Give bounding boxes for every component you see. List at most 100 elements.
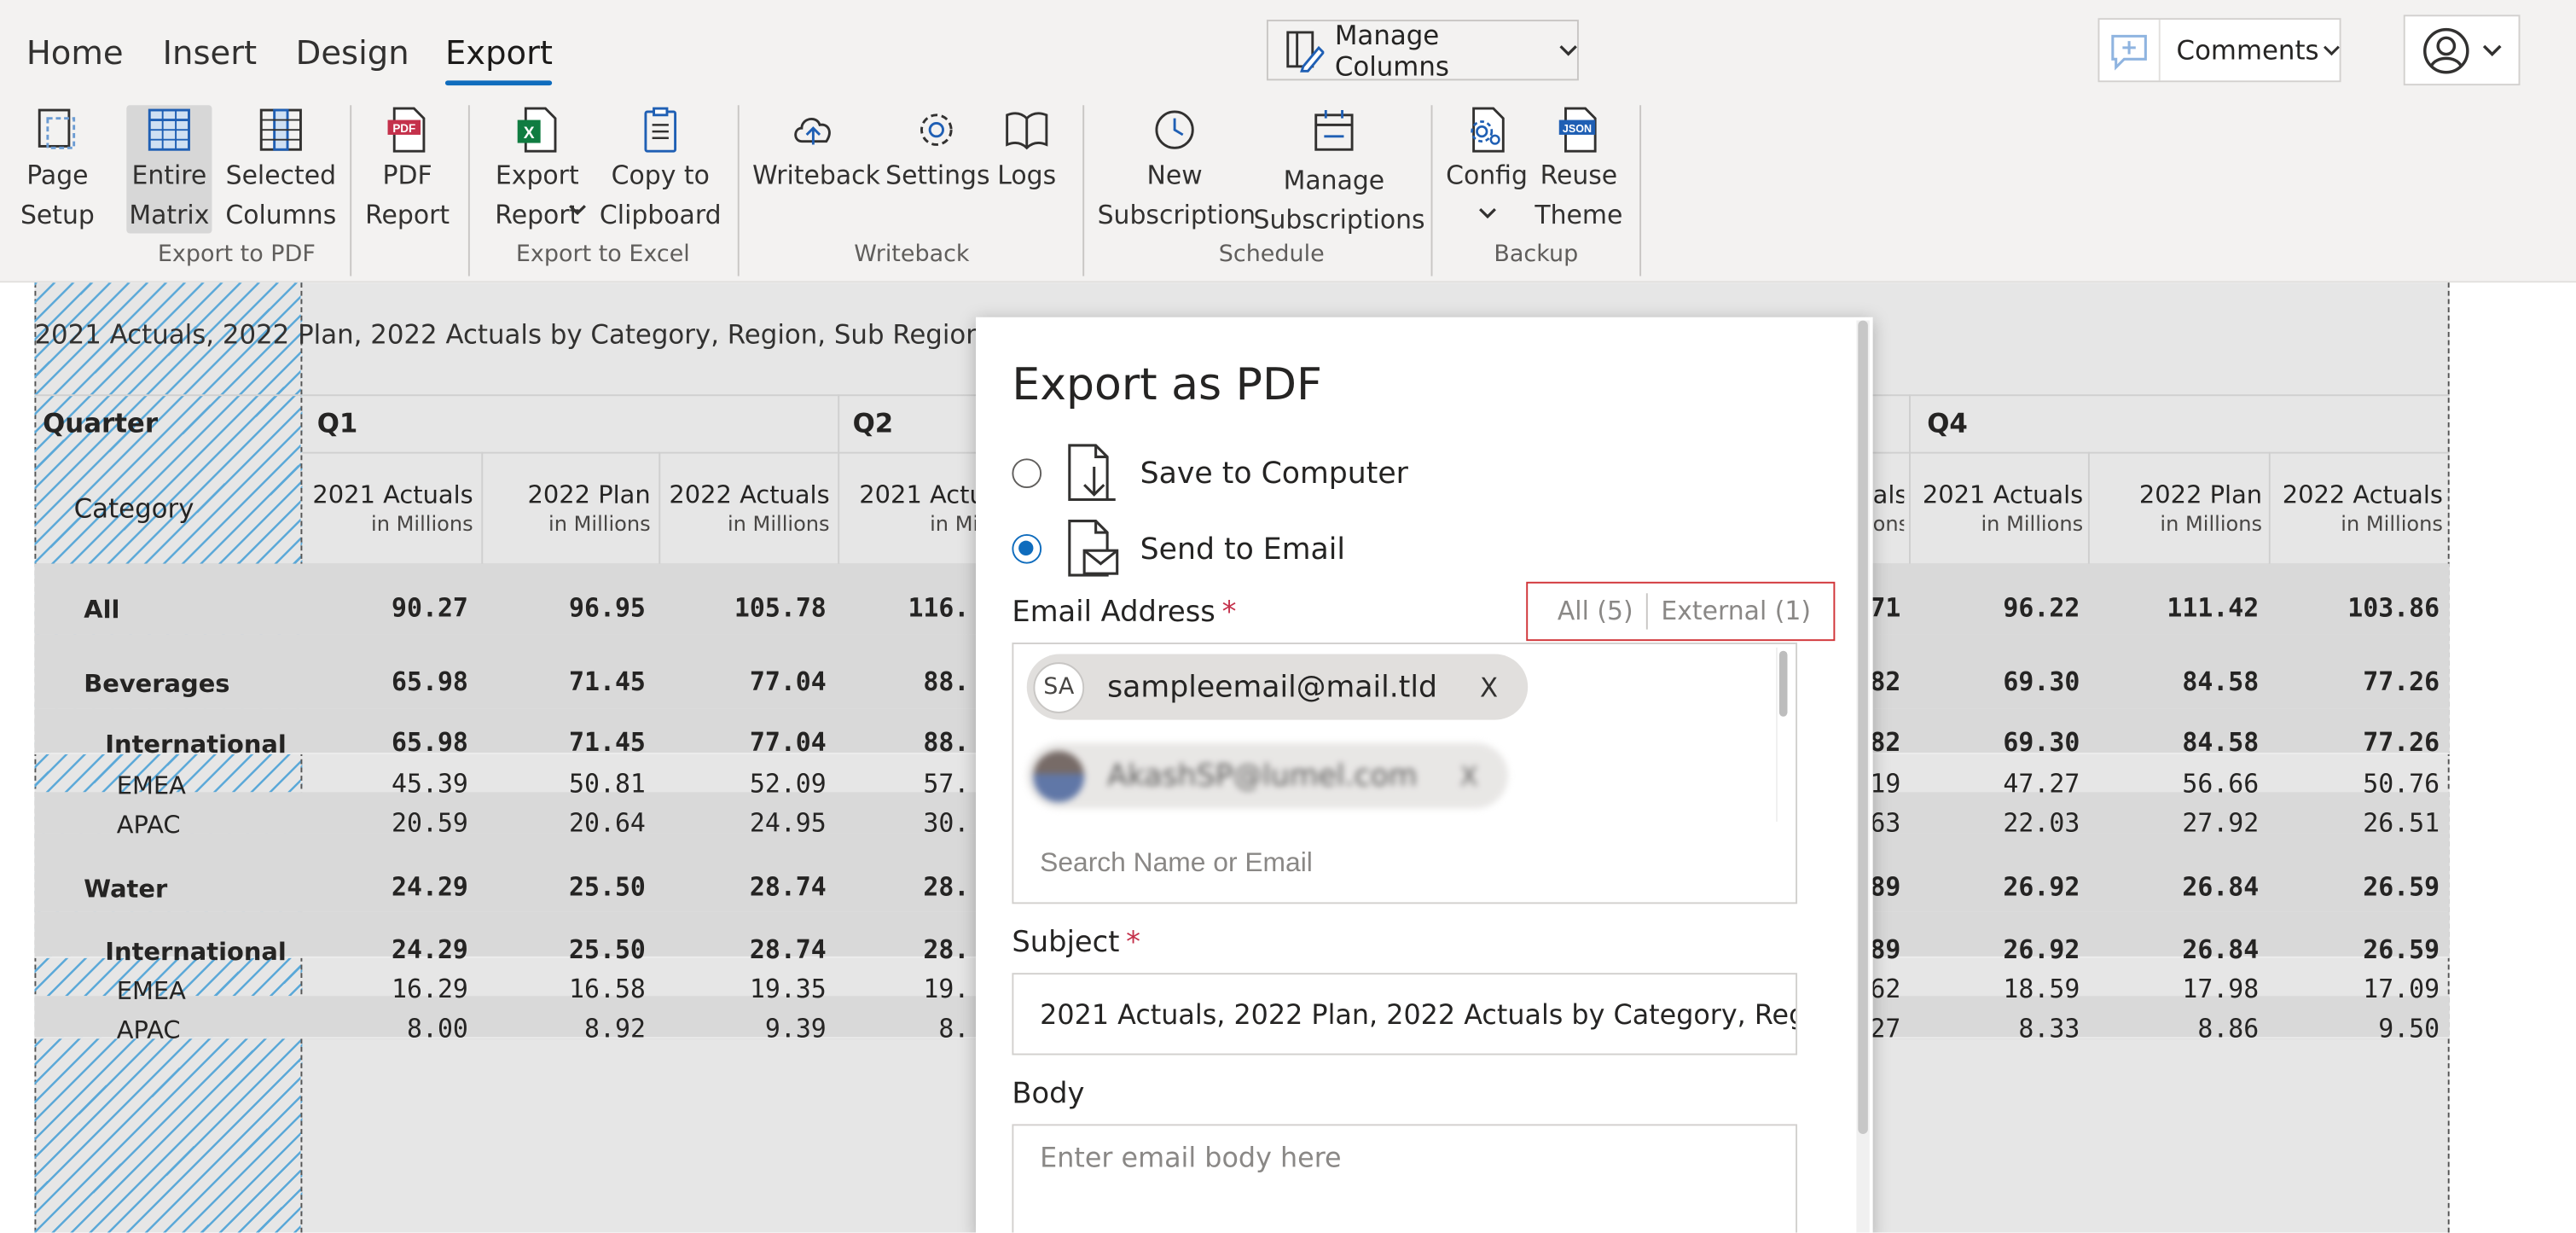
matrix-cell[interactable]: 77.04 (659, 728, 827, 758)
config-button[interactable]: Config (1444, 105, 1529, 195)
matrix-cell[interactable]: 19.35 (659, 974, 827, 1004)
matrix-cell[interactable]: 26.92 (1909, 873, 2080, 903)
matrix-cell[interactable]: 25.50 (481, 935, 646, 965)
matrix-cell[interactable]: 26.59 (2269, 873, 2440, 903)
matrix-cell[interactable]: 84.58 (2088, 728, 2259, 758)
subject-field[interactable]: 2021 Actuals, 2022 Plan, 2022 Actuals by… (1012, 973, 1798, 1056)
matrix-cell[interactable]: 69.30 (1909, 728, 2080, 758)
send-to-email-radio[interactable] (1012, 533, 1042, 564)
matrix-cell[interactable]: 28. (838, 935, 969, 965)
dialog-scrollbar[interactable] (1856, 320, 1870, 1233)
recipients-scrollbar[interactable] (1776, 647, 1789, 822)
matrix-cell[interactable]: 28.74 (659, 873, 827, 903)
group-writeback: Writeback (854, 241, 970, 268)
filter-all[interactable]: All (5) (1528, 596, 1646, 626)
matrix-cell[interactable]: 69.30 (1909, 667, 2080, 697)
matrix-cell[interactable]: 28.74 (659, 935, 827, 965)
filter-external[interactable]: External (1) (1648, 596, 1811, 626)
logs-button[interactable]: Logs (992, 105, 1061, 195)
matrix-cell[interactable]: 77.26 (2269, 667, 2440, 697)
matrix-cell[interactable]: 45.39 (302, 769, 468, 799)
pdf-report-button[interactable]: PDF PDF Report (365, 105, 450, 235)
matrix-cell[interactable]: 26.59 (2269, 935, 2440, 965)
matrix-cell[interactable]: 111.42 (2088, 593, 2259, 623)
tab-export[interactable]: Export (444, 33, 554, 86)
copy-to-clipboard-button[interactable]: Copy to Clipboard (598, 105, 722, 235)
matrix-cell[interactable]: 71.45 (481, 667, 646, 697)
entire-matrix-button[interactable]: Entire Matrix (126, 105, 212, 234)
matrix-cell[interactable]: 90.27 (302, 593, 468, 623)
remove-recipient-button[interactable]: X (1480, 672, 1498, 703)
matrix-cell[interactable]: 30. (838, 809, 969, 839)
manage-columns-dropdown[interactable]: Manage Columns (1266, 19, 1579, 81)
matrix-cell[interactable]: 8. (838, 1014, 969, 1044)
matrix-cell[interactable]: 96.22 (1909, 593, 2080, 623)
writeback-button[interactable]: Writeback (752, 105, 880, 195)
matrix-cell[interactable]: 84.58 (2088, 667, 2259, 697)
matrix-cell[interactable]: 26.84 (2088, 935, 2259, 965)
matrix-cell[interactable]: 52.09 (659, 769, 827, 799)
matrix-cell[interactable]: 26.92 (1909, 935, 2080, 965)
new-subscription-button[interactable]: New Subscription (1098, 105, 1256, 235)
selected-columns-button[interactable]: Selected Columns (223, 105, 339, 235)
matrix-cell[interactable]: 88. (838, 728, 969, 758)
matrix-cell[interactable]: 71.45 (481, 728, 646, 758)
avatar (1033, 750, 1085, 801)
matrix-cell[interactable]: 20.64 (481, 809, 646, 839)
save-to-computer-option[interactable]: Save to Computer (1012, 442, 1408, 504)
matrix-cell[interactable]: 25.50 (481, 873, 646, 903)
matrix-cell[interactable]: 24.29 (302, 935, 468, 965)
matrix-cell[interactable]: 24.95 (659, 809, 827, 839)
matrix-cell[interactable]: 116. (838, 593, 969, 623)
matrix-cell[interactable]: 105.78 (659, 593, 827, 623)
tab-home[interactable]: Home (26, 33, 124, 73)
reuse-theme-button[interactable]: JSON Reuse Theme (1535, 105, 1623, 235)
matrix-cell[interactable]: 19. (838, 974, 969, 1004)
matrix-cell[interactable]: 77.04 (659, 667, 827, 697)
matrix-cell[interactable]: 56.66 (2088, 769, 2259, 799)
email-recipients-field[interactable]: SA sampleemail@mail.tld X AkashSP@lumel.… (1012, 643, 1798, 904)
matrix-cell[interactable]: 88. (838, 667, 969, 697)
matrix-cell[interactable]: 27.92 (2088, 809, 2259, 839)
matrix-cell[interactable]: 47.27 (1909, 769, 2080, 799)
matrix-cell[interactable]: 9.50 (2269, 1014, 2440, 1044)
matrix-cell[interactable]: 26.51 (2269, 809, 2440, 839)
matrix-cell[interactable]: 8.92 (481, 1014, 646, 1044)
matrix-cell[interactable]: 28. (838, 873, 969, 903)
matrix-cell[interactable]: 16.29 (302, 974, 468, 1004)
settings-button[interactable]: Settings (885, 105, 990, 195)
matrix-cell[interactable]: 50.76 (2269, 769, 2440, 799)
profile-menu-button[interactable] (2403, 15, 2521, 86)
matrix-cell[interactable]: 8.86 (2088, 1014, 2259, 1044)
matrix-cell[interactable]: 65.98 (302, 728, 468, 758)
tab-insert[interactable]: Insert (163, 33, 258, 73)
save-to-computer-radio[interactable] (1012, 458, 1042, 489)
remove-recipient-button[interactable]: X (1460, 760, 1478, 792)
matrix-cell[interactable]: 17.09 (2269, 974, 2440, 1004)
comments-label[interactable]: Comments (2160, 34, 2319, 66)
send-to-email-option[interactable]: Send to Email (1012, 518, 1345, 580)
manage-subscriptions-button[interactable]: Manage Subscriptions (1254, 105, 1425, 240)
search-input[interactable] (1040, 847, 1763, 880)
matrix-cell[interactable]: 8.33 (1909, 1014, 2080, 1044)
matrix-cell[interactable]: 50.81 (481, 769, 646, 799)
comments-button[interactable]: Comments (2097, 18, 2341, 83)
matrix-cell[interactable]: 77.26 (2269, 728, 2440, 758)
matrix-cell[interactable]: 9.39 (659, 1014, 827, 1044)
matrix-cell[interactable]: 8.00 (302, 1014, 468, 1044)
matrix-cell[interactable]: 26.84 (2088, 873, 2259, 903)
body-field[interactable] (1012, 1124, 1798, 1233)
matrix-cell[interactable]: 17.98 (2088, 974, 2259, 1004)
add-comment-icon[interactable] (2099, 20, 2161, 81)
matrix-cell[interactable]: 103.86 (2269, 593, 2440, 623)
matrix-cell[interactable]: 22.03 (1909, 809, 2080, 839)
matrix-cell[interactable]: 96.95 (481, 593, 646, 623)
matrix-cell[interactable]: 57. (838, 769, 969, 799)
matrix-cell[interactable]: 16.58 (481, 974, 646, 1004)
matrix-cell[interactable]: 65.98 (302, 667, 468, 697)
tab-design[interactable]: Design (296, 33, 409, 73)
matrix-cell[interactable]: 24.29 (302, 873, 468, 903)
matrix-cell[interactable]: 18.59 (1909, 974, 2080, 1004)
matrix-cell[interactable]: 20.59 (302, 809, 468, 839)
page-setup-button[interactable]: Page Setup (16, 105, 98, 235)
